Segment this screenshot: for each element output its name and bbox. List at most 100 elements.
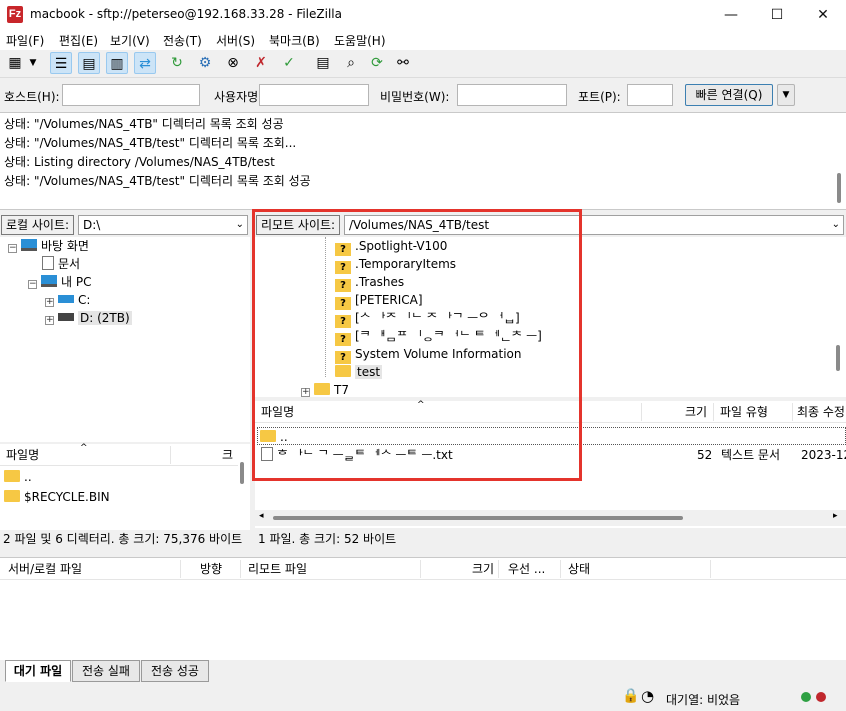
compare-icon[interactable]: ⚯	[392, 52, 414, 74]
tree-item[interactable]: ? .TemporaryItems	[335, 255, 456, 274]
col-direction[interactable]: 방향	[200, 558, 222, 580]
remote-path-input[interactable]: /Volumes/NAS_4TB/test ⌄	[344, 215, 844, 235]
site-manager-icon[interactable]: ▦	[4, 52, 26, 74]
tree-item-c-drive[interactable]: + C:	[45, 291, 90, 309]
menu-help[interactable]: 도움말(H)	[334, 32, 386, 49]
list-item-parent[interactable]: ..	[257, 427, 846, 445]
col-type[interactable]: 파일 유형	[720, 401, 768, 423]
column-divider[interactable]	[710, 560, 711, 578]
collapse-icon[interactable]: −	[28, 280, 37, 289]
collapse-icon[interactable]: −	[8, 244, 17, 253]
remote-list-hscrollbar[interactable]: ◂ ▸	[255, 510, 846, 526]
local-list-scrollbar[interactable]	[240, 462, 244, 484]
tab-queued-files[interactable]: 대기 파일	[5, 660, 71, 682]
toggle-queue-icon[interactable]: ⇄	[134, 52, 156, 74]
tree-item[interactable]: ? .Spotlight-V100	[335, 237, 447, 256]
scroll-left-icon[interactable]: ◂	[259, 511, 264, 521]
remote-tree-scrollbar[interactable]	[836, 345, 840, 371]
scroll-right-icon[interactable]: ▸	[833, 511, 838, 521]
col-remote-file[interactable]: 리모트 파일	[248, 558, 307, 580]
file-name: ..	[24, 470, 32, 484]
tree-item[interactable]: ? [PETERICA]	[335, 291, 423, 310]
speed-limit-icon[interactable]: ◔	[641, 687, 654, 705]
maximize-button[interactable]: ☐	[754, 0, 800, 30]
minimize-button[interactable]: —	[708, 0, 754, 30]
column-divider[interactable]	[420, 560, 421, 578]
list-item[interactable]: ᄒ ᅡᄂ ᄀ ᅳᆯᄐ ᅦᄉ ᅳᄐ ᅳ.txt 52 텍스트 문서 2023-12	[261, 446, 846, 464]
tree-item-selected[interactable]: test	[335, 363, 383, 381]
tree-item-mypc[interactable]: − 내 PC	[28, 273, 91, 291]
close-button[interactable]: ✕	[800, 0, 846, 30]
column-divider[interactable]	[170, 446, 171, 464]
column-divider[interactable]	[560, 560, 561, 578]
col-size[interactable]: 크기	[685, 401, 707, 423]
chevron-down-icon[interactable]: ⌄	[236, 216, 244, 234]
col-size[interactable]: 크기	[472, 558, 494, 580]
toggle-remote-tree-icon[interactable]: ▥	[106, 52, 128, 74]
column-divider[interactable]	[180, 560, 181, 578]
username-input[interactable]	[259, 84, 369, 106]
local-path-input[interactable]: D:\ ⌄	[78, 215, 248, 235]
col-filename[interactable]: 파일명	[261, 401, 294, 423]
port-input[interactable]	[627, 84, 673, 106]
sync-browse-icon[interactable]: ⟳	[366, 52, 388, 74]
menu-edit[interactable]: 편집(E)	[59, 32, 98, 49]
menu-view[interactable]: 보기(V)	[110, 32, 150, 49]
col-server-local-file[interactable]: 서버/로컬 파일	[8, 558, 82, 580]
tree-item-d-drive[interactable]: + D: (2TB)	[45, 309, 132, 327]
menu-file[interactable]: 파일(F)	[6, 32, 44, 49]
password-input[interactable]	[457, 84, 567, 106]
toolbar: ▦ ▼ ☰ ▤ ▥ ⇄ ↻ ⚙ ⊗ ✗ ✓ ▤ ⌕ ⟳ ⚯	[0, 50, 846, 78]
column-divider[interactable]	[498, 560, 499, 578]
file-name: ᄒ ᅡᄂ ᄀ ᅳᆯᄐ ᅦᄉ ᅳᄐ ᅳ.txt	[277, 448, 453, 462]
tree-item[interactable]: ? .Trashes	[335, 273, 405, 292]
expand-icon[interactable]: +	[45, 298, 54, 307]
cancel-icon[interactable]: ⊗	[222, 52, 244, 74]
col-size[interactable]: 크	[222, 444, 233, 466]
host-input[interactable]	[62, 84, 200, 106]
tab-failed-transfers[interactable]: 전송 실패	[72, 660, 140, 682]
tree-label: D: (2TB)	[78, 311, 132, 325]
list-item[interactable]: ..	[4, 468, 32, 486]
menu-bookmarks[interactable]: 북마크(B)	[269, 32, 320, 49]
refresh-icon[interactable]: ↻	[166, 52, 188, 74]
tree-item[interactable]: ? [ᄉ ᅡᄌ ᅵᄂ ᄌ ᅡᄀ ᅳᄋ ᅥᆸ]	[335, 309, 520, 328]
hscroll-thumb[interactable]	[273, 516, 683, 520]
tree-label: .Trashes	[355, 275, 405, 289]
col-priority[interactable]: 우선 ...	[508, 558, 545, 580]
tree-item[interactable]: ? System Volume Information	[335, 345, 521, 364]
folder-icon	[4, 490, 20, 502]
column-divider[interactable]	[792, 403, 793, 421]
list-item[interactable]: $RECYCLE.BIN	[4, 488, 110, 506]
menu-server[interactable]: 서버(S)	[216, 32, 255, 49]
expand-icon[interactable]: +	[301, 388, 310, 397]
tab-successful-transfers[interactable]: 전송 성공	[141, 660, 209, 682]
dropdown-icon[interactable]: ▼	[26, 52, 40, 74]
search-files-icon[interactable]: ⌕	[340, 52, 362, 74]
expand-icon[interactable]: +	[45, 316, 54, 325]
process-queue-icon[interactable]: ⚙	[194, 52, 216, 74]
disconnect-icon[interactable]: ✗	[250, 52, 272, 74]
tree-label: [PETERICA]	[355, 293, 423, 307]
log-line: 상태: Listing directory /Volumes/NAS_4TB/t…	[4, 155, 275, 169]
col-filename[interactable]: 파일명	[6, 444, 39, 466]
toggle-log-icon[interactable]: ☰	[50, 52, 72, 74]
column-divider[interactable]	[713, 403, 714, 421]
tree-item[interactable]: ? [ᄏ ᅢᆷᄑ ᅵᆼᄏ ᅥᄂ ᄐ ᅦᆫᄎ ᅳ]	[335, 327, 542, 346]
col-status[interactable]: 상태	[568, 558, 590, 580]
toggle-local-tree-icon[interactable]: ▤	[78, 52, 100, 74]
log-scrollbar[interactable]	[837, 173, 841, 203]
quickconnect-dropdown-icon[interactable]: ▼	[777, 84, 795, 106]
menu-transfer[interactable]: 전송(T)	[163, 32, 202, 49]
tree-item-desktop[interactable]: − 바탕 화면	[8, 237, 89, 255]
tree-item-documents[interactable]: 문서	[42, 255, 80, 273]
column-divider[interactable]	[641, 403, 642, 421]
quickconnect-button[interactable]: 빠른 연결(Q)	[685, 84, 773, 106]
filter-icon[interactable]: ▤	[312, 52, 334, 74]
tree-label: 내 PC	[61, 275, 92, 289]
chevron-down-icon[interactable]: ⌄	[832, 216, 840, 234]
tree-item[interactable]: + T7	[301, 381, 349, 399]
column-divider[interactable]	[240, 560, 241, 578]
col-modified[interactable]: 최종 수정	[797, 401, 845, 423]
reconnect-icon[interactable]: ✓	[278, 52, 300, 74]
